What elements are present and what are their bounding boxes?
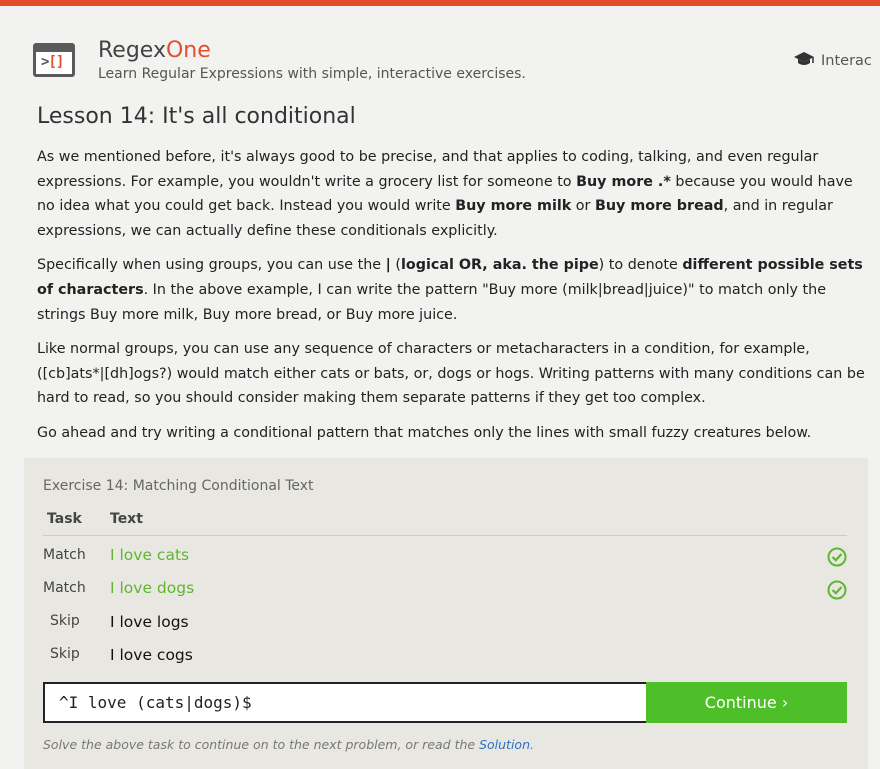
- exercise-table-header: Task Text: [43, 509, 847, 536]
- check-icon: [827, 547, 847, 571]
- lesson-paragraph-2: Specifically when using groups, you can …: [37, 257, 863, 323]
- solution-link[interactable]: Solution: [479, 737, 530, 752]
- lesson-paragraph-4: Go ahead and try writing a conditional p…: [37, 424, 812, 441]
- table-row: Skip I love logs: [43, 612, 847, 642]
- exercise-panel: Exercise 14: Matching Conditional Text T…: [24, 458, 868, 769]
- graduation-cap-icon: [793, 51, 815, 71]
- nav-interactive-tutorial[interactable]: Interac: [793, 51, 872, 71]
- row-text: I love cogs: [110, 646, 193, 664]
- regex-input[interactable]: [45, 684, 646, 721]
- tagline: Learn Regular Expressions with simple, i…: [98, 66, 526, 82]
- column-header-task: Task: [47, 511, 82, 527]
- row-task: Match: [43, 547, 86, 563]
- site-header: >[] RegexOne Learn Regular Expressions w…: [0, 6, 880, 90]
- hint-text: Solve the above task to continue on to t…: [43, 737, 534, 752]
- logo-icon[interactable]: >[]: [33, 43, 75, 77]
- lesson-paragraph-1: As we mentioned before, it's always good…: [37, 149, 853, 239]
- row-text: I love cats: [110, 546, 190, 564]
- lesson-title: Lesson 14: It's all conditional: [37, 104, 356, 129]
- row-task: Skip: [50, 646, 80, 662]
- lesson-paragraph-3: Like normal groups, you can use any sequ…: [37, 341, 865, 407]
- nav-label: Interac: [821, 53, 872, 69]
- row-task: Match: [43, 580, 86, 596]
- row-text: I love logs: [110, 613, 189, 631]
- table-row: Match I love dogs: [43, 579, 847, 609]
- exercise-title: Exercise 14: Matching Conditional Text: [43, 478, 314, 494]
- continue-button[interactable]: Continue ›: [646, 682, 847, 723]
- table-row: Skip I love cogs: [43, 645, 847, 675]
- brand-name[interactable]: RegexOne: [98, 38, 211, 64]
- regex-input-wrapper: [43, 682, 646, 723]
- lesson-content: As we mentioned before, it's always good…: [37, 145, 867, 456]
- table-row: Match I love cats: [43, 546, 847, 576]
- row-text: I love dogs: [110, 579, 195, 597]
- column-header-text: Text: [110, 511, 143, 527]
- check-icon: [827, 580, 847, 604]
- row-task: Skip: [50, 613, 80, 629]
